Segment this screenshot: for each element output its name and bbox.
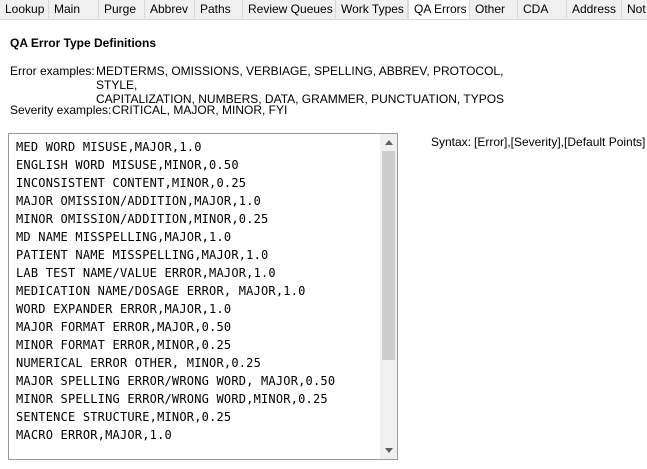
tab-purge[interactable]: Purge (99, 0, 145, 18)
error-definition-line: LAB TEST NAME/VALUE ERROR,MAJOR,1.0 (16, 266, 276, 280)
error-definition-line: MAJOR FORMAT ERROR,MAJOR,0.50 (16, 320, 232, 334)
syntax-label: Syntax: (431, 135, 472, 149)
tab-abbrev[interactable]: Abbrev (145, 0, 195, 18)
error-definition-line: MD NAME MISSPELLING,MAJOR,1.0 (16, 230, 232, 244)
error-definitions-textbox[interactable]: MED WORD MISUSE,MAJOR,1.0 ENGLISH WORD MI… (8, 133, 398, 460)
tab-paths[interactable]: Paths (195, 0, 243, 18)
tab-qa-errors[interactable]: QA Errors (408, 0, 470, 19)
tab-address[interactable]: Address (567, 0, 622, 18)
error-definitions-lines: MED WORD MISUSE,MAJOR,1.0 ENGLISH WORD MI… (16, 138, 335, 444)
severity-examples-label: Severity examples: (10, 103, 112, 117)
error-examples-label: Error examples: (10, 64, 95, 78)
tab-work-types[interactable]: Work Types (336, 0, 408, 18)
scroll-down-button[interactable] (380, 442, 397, 459)
error-definition-line: SENTENCE STRUCTURE,MINOR,0.25 (16, 410, 232, 424)
tab-strip: Lookup Main Purge Abbrev Paths Review Qu… (0, 0, 647, 20)
tab-review-queues[interactable]: Review Queues (243, 0, 336, 18)
error-definition-line: MAJOR OMISSION/ADDITION,MAJOR,1.0 (16, 194, 262, 208)
error-definition-line: MINOR SPELLING ERROR/WRONG WORD,MINOR,0.… (16, 392, 328, 406)
tab-lookup[interactable]: Lookup (0, 0, 49, 18)
severity-examples-text: CRITICAL, MAJOR, MINOR, FYI (112, 103, 288, 117)
error-examples-text: MEDTERMS, OMISSIONS, VERBIAGE, SPELLING,… (96, 64, 516, 106)
section-title: QA Error Type Definitions (10, 36, 157, 50)
error-definition-line: MED WORD MISUSE,MAJOR,1.0 (16, 140, 202, 154)
scroll-up-button[interactable] (380, 134, 397, 151)
error-definition-line: MINOR FORMAT ERROR,MINOR,0.25 (16, 338, 232, 352)
syntax-text: [Error],[Severity],[Default Points] (474, 135, 646, 149)
vertical-scrollbar[interactable] (380, 134, 397, 459)
error-definition-line: MAJOR SPELLING ERROR/WRONG WORD, MAJOR,0… (16, 374, 336, 388)
triangle-up-icon (384, 140, 393, 145)
tab-other[interactable]: Other (470, 0, 518, 18)
error-definition-line: MEDICATION NAME/DOSAGE ERROR, MAJOR,1.0 (16, 284, 306, 298)
triangle-down-icon (384, 448, 393, 453)
error-definition-line: PATIENT NAME MISSPELLING,MAJOR,1.0 (16, 248, 269, 262)
error-definition-line: WORD EXPANDER ERROR,MAJOR,1.0 (16, 302, 232, 316)
error-definition-line: ENGLISH WORD MISUSE,MINOR,0.50 (16, 158, 239, 172)
scrollbar-thumb[interactable] (382, 151, 395, 360)
error-definition-line: MINOR OMISSION/ADDITION,MINOR,0.25 (16, 212, 269, 226)
error-definition-line: INCONSISTENT CONTENT,MINOR,0.25 (16, 176, 247, 190)
tab-notifications[interactable]: Not (622, 0, 647, 18)
tab-cda[interactable]: CDA (518, 0, 567, 18)
tab-main[interactable]: Main (49, 0, 99, 18)
error-definition-line: NUMERICAL ERROR OTHER, MINOR,0.25 (16, 356, 262, 370)
error-examples-line-1: MEDTERMS, OMISSIONS, VERBIAGE, SPELLING,… (96, 64, 504, 92)
error-definition-line: MACRO ERROR,MAJOR,1.0 (16, 428, 172, 442)
